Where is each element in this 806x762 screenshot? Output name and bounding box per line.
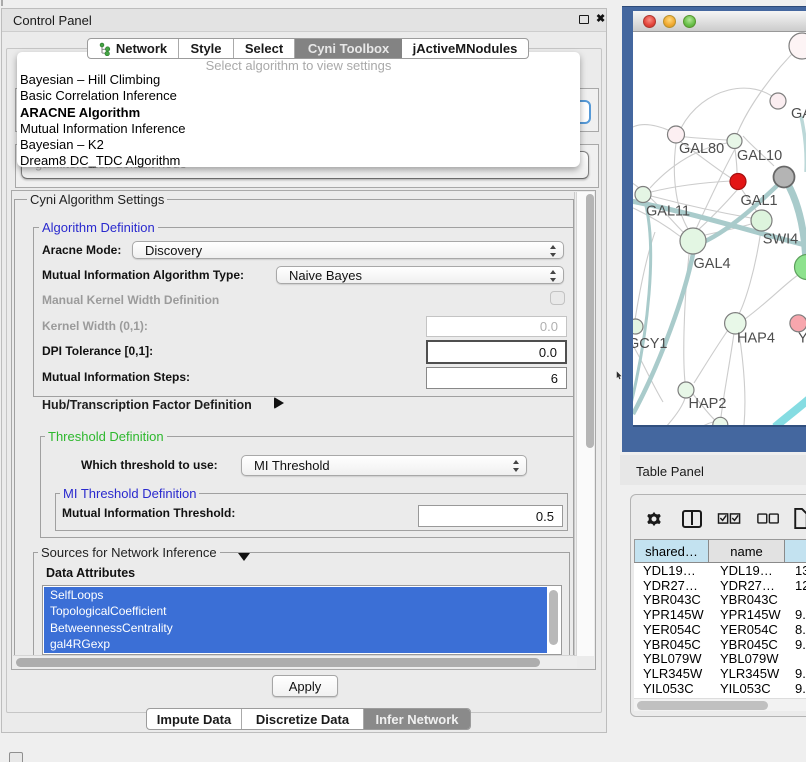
svg-text:YE: YE [798,331,806,347]
svg-text:HAP2: HAP2 [689,396,727,412]
svg-text:GAL11: GAL11 [646,204,690,220]
svg-text:SWI4: SWI4 [763,232,798,248]
svg-text:GAL4: GAL4 [694,256,731,272]
svg-text:HAP4: HAP4 [737,331,775,347]
svg-text:GCY1: GCY1 [633,336,668,352]
svg-text:GAL10: GAL10 [737,148,782,164]
svg-text:GAL7: GAL7 [791,106,806,122]
svg-text:GAL80: GAL80 [679,141,724,157]
svg-text:GAL1: GAL1 [741,193,778,209]
